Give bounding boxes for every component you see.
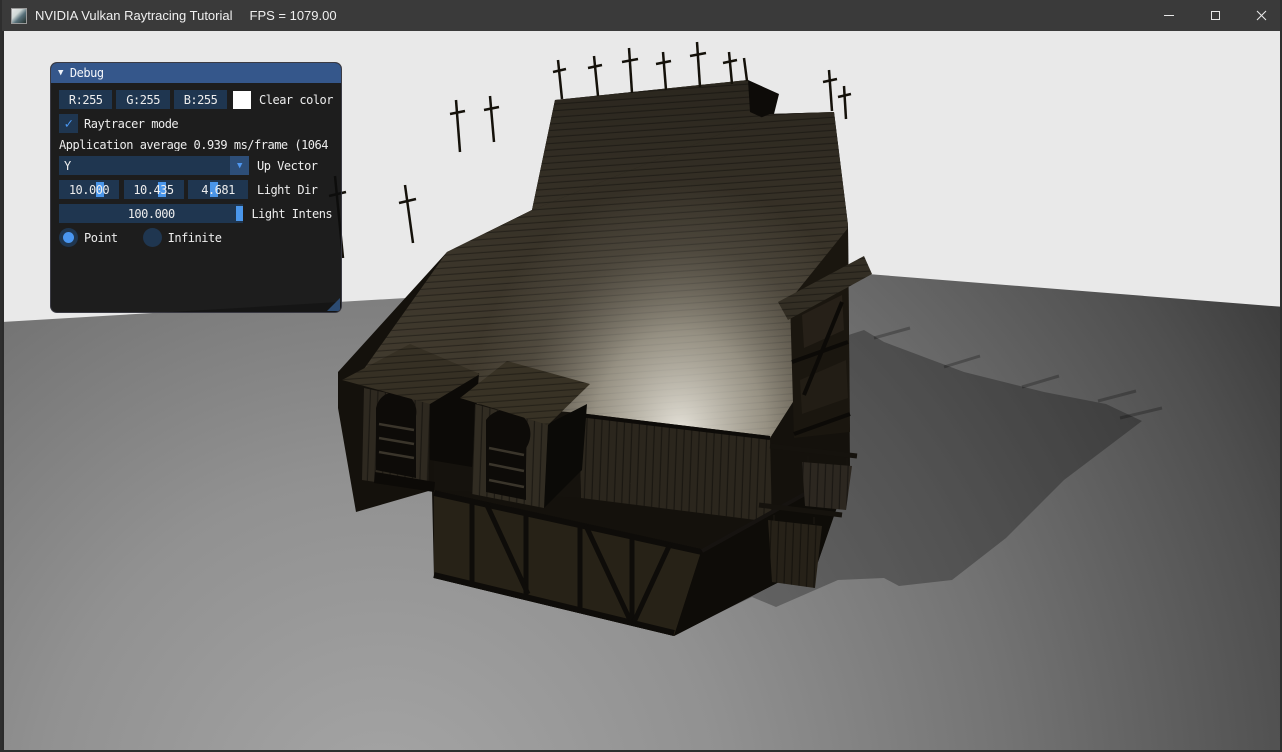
debug-panel-title: Debug (70, 66, 104, 80)
blue-255-button[interactable]: B:255 (174, 90, 227, 109)
clear-color-label: Clear color (259, 93, 333, 107)
infinite-radio-label: Infinite (168, 231, 222, 245)
light-intensity-label: Light Intensity (251, 207, 333, 221)
light-type-row: Point Infinite (59, 228, 333, 247)
light-dir-label: Light Dir (257, 183, 318, 197)
light-dir-fields: 10.000 10.435 4.681 (59, 180, 249, 199)
light-dir-z-field[interactable]: 4.681 (188, 180, 248, 199)
infinite-radio[interactable] (143, 228, 162, 247)
light-dir-x-field[interactable]: 10.000 (59, 180, 119, 199)
up-vector-label: Up Vector (257, 159, 318, 173)
up-vector-value: Y (59, 159, 71, 173)
maximize-icon (1211, 11, 1220, 20)
slider-grab[interactable] (236, 206, 243, 221)
resize-grip[interactable] (327, 298, 340, 311)
close-icon (1256, 10, 1267, 21)
fps-counter: FPS = 1079.00 (250, 8, 337, 23)
debug-panel: ▼ Debug R:255 G:255 B:255 Clear color ✓ (50, 62, 342, 313)
light-intensity-slider[interactable]: 100.000 (59, 204, 243, 223)
raytracer-label: Raytracer mode (84, 117, 178, 131)
dormer-1-window (376, 392, 416, 478)
window-title: NVIDIA Vulkan Raytracing Tutorial (35, 8, 233, 23)
light-intensity-row: 100.000 Light Intensity (59, 204, 333, 223)
debug-panel-body: R:255 G:255 B:255 Clear color ✓ Raytrace… (51, 83, 341, 247)
debug-panel-header[interactable]: ▼ Debug (51, 63, 341, 83)
clear-color-swatch[interactable] (233, 91, 251, 109)
clear-color-row: R:255 G:255 B:255 Clear color (59, 90, 333, 109)
checkmark-icon: ✓ (65, 116, 73, 132)
green-255-button[interactable]: G:255 (116, 90, 169, 109)
light-intensity-value: 100.000 (128, 207, 175, 221)
point-radio-label: Point (84, 231, 118, 245)
minimize-icon (1164, 15, 1174, 16)
chevron-down-icon[interactable]: ▼ (230, 156, 249, 175)
performance-text: Application average 0.939 ms/frame (1064 (59, 138, 333, 151)
raytracer-checkbox[interactable]: ✓ (59, 114, 78, 133)
red-255-button[interactable]: R:255 (59, 90, 112, 109)
app-icon (11, 8, 27, 24)
minimize-button[interactable] (1146, 0, 1192, 31)
app-window: NVIDIA Vulkan Raytracing Tutorial FPS = … (0, 0, 1282, 752)
render-client-area: ▼ Debug R:255 G:255 B:255 Clear color ✓ (4, 31, 1282, 750)
close-button[interactable] (1238, 0, 1282, 31)
up-vector-row: Y ▼ Up Vector (59, 156, 333, 175)
raytracer-row: ✓ Raytracer mode (59, 114, 333, 133)
titlebar: NVIDIA Vulkan Raytracing Tutorial FPS = … (2, 0, 1282, 31)
window-controls (1146, 0, 1282, 31)
light-dir-y-field[interactable]: 10.435 (124, 180, 184, 199)
collapse-arrow-icon[interactable]: ▼ (58, 68, 63, 78)
maximize-button[interactable] (1192, 0, 1238, 31)
point-radio[interactable] (59, 228, 78, 247)
light-dir-row: 10.000 10.435 4.681 Light Dir (59, 180, 333, 199)
up-vector-combo[interactable]: Y ▼ (59, 156, 249, 175)
